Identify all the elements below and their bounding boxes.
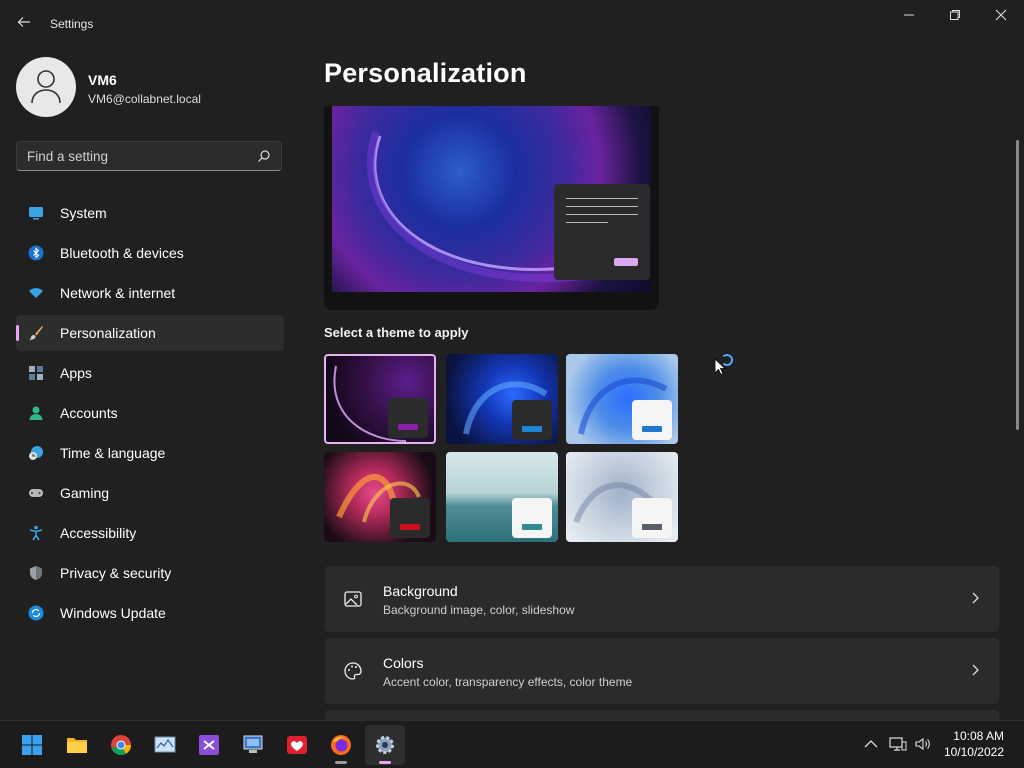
taskbar-heart-app[interactable] [277, 725, 317, 765]
monitor-graph-icon [154, 736, 176, 753]
theme-preview-wallpaper [332, 106, 651, 292]
avatar[interactable] [16, 57, 76, 117]
theme-section-label: Select a theme to apply [324, 325, 469, 340]
sidebar-item-accessibility[interactable]: Accessibility [16, 515, 284, 551]
person-icon [31, 70, 61, 104]
page-title: Personalization [324, 58, 527, 88]
clock-globe-icon [29, 446, 43, 460]
taskbar-settings[interactable] [365, 725, 405, 765]
sidebar-item-time-language[interactable]: Time & language [16, 435, 284, 471]
volume-icon[interactable] [914, 735, 932, 753]
sidebar-item-bluetooth[interactable]: Bluetooth & devices [16, 235, 284, 271]
sidebar-item-gaming[interactable]: Gaming [16, 475, 284, 511]
sidebar-item-privacy[interactable]: Privacy & security [16, 555, 284, 591]
theme-windows-dark-bloom[interactable] [324, 354, 436, 444]
sidebar-item-apps[interactable]: Apps [16, 355, 284, 391]
title-bar: Settings [0, 0, 1024, 48]
system-icon [29, 207, 43, 220]
card-title: Colors [383, 655, 424, 671]
taskbar-firefox[interactable] [321, 725, 361, 765]
clock-date[interactable]: 10/10/2022 [944, 745, 1004, 759]
theme-grid [324, 354, 680, 544]
mouse-cursor-icon [714, 358, 726, 376]
taskbar [0, 720, 1024, 768]
chevron-right-icon [972, 664, 979, 676]
minimize-icon [904, 14, 914, 16]
clock-time[interactable]: 10:08 AM [953, 729, 1004, 743]
theme-flow[interactable] [566, 452, 678, 542]
visual-studio-icon [199, 735, 219, 755]
sidebar-item-system[interactable]: System [16, 195, 284, 231]
taskbar-remote-desktop[interactable] [233, 725, 273, 765]
shield-icon [30, 566, 42, 580]
windows-start-icon [22, 735, 42, 755]
chevron-right-icon [972, 592, 979, 604]
search-placeholder: Find a setting [27, 149, 109, 164]
running-indicator [379, 761, 391, 764]
card-title: Background [383, 583, 458, 599]
heart-logo-icon [287, 736, 307, 754]
preview-window [554, 184, 650, 280]
card-subtitle: Accent color, transparency effects, colo… [383, 675, 633, 689]
apps-icon [29, 366, 43, 380]
close-icon [995, 9, 1007, 21]
theme-preview [324, 106, 659, 310]
brush-icon [29, 326, 43, 340]
background-card[interactable]: Background Background image, color, slid… [325, 566, 999, 632]
remote-desktop-icon [243, 735, 263, 753]
running-indicator [335, 761, 347, 764]
sidebar-nav: System Bluetooth & devices Network & int… [16, 195, 284, 635]
sidebar-item-network[interactable]: Network & internet [16, 275, 284, 311]
chrome-icon [111, 735, 132, 756]
settings-gear-icon [376, 736, 394, 754]
taskbar-chrome[interactable] [101, 725, 141, 765]
account-icon [29, 406, 43, 420]
sidebar-item-accounts[interactable]: Accounts [16, 395, 284, 431]
minimize-button[interactable] [886, 6, 932, 28]
taskbar-visual-studio[interactable] [189, 725, 229, 765]
sidebar-item-personalization[interactable]: Personalization [16, 315, 284, 351]
close-button[interactable] [978, 6, 1024, 28]
palette-icon [344, 662, 362, 680]
firefox-icon [331, 735, 351, 755]
restore-icon [950, 10, 960, 20]
update-icon [28, 605, 44, 621]
wifi-icon [29, 288, 43, 298]
theme-captured-motion[interactable] [446, 452, 558, 542]
card-subtitle: Background image, color, slideshow [383, 603, 575, 617]
user-name: VM6 [88, 72, 117, 88]
scrollbar[interactable] [1016, 140, 1019, 430]
preview-accent-button [614, 258, 638, 266]
taskbar-resource-monitor[interactable] [145, 725, 185, 765]
network-icon[interactable] [889, 735, 907, 753]
theme-windows-dark[interactable] [446, 354, 558, 444]
back-button[interactable] [14, 14, 34, 34]
accessibility-icon [29, 525, 43, 541]
taskbar-file-explorer[interactable] [57, 725, 97, 765]
theme-glow[interactable] [324, 452, 436, 542]
chevron-up-icon[interactable] [862, 735, 880, 753]
image-icon [344, 591, 362, 607]
back-arrow-icon [17, 17, 30, 27]
taskbar-start-button[interactable] [12, 725, 52, 765]
partial-card[interactable] [325, 710, 999, 720]
theme-windows-light[interactable] [566, 354, 678, 444]
sidebar-item-windows-update[interactable]: Windows Update [16, 595, 284, 631]
app-title: Settings [50, 17, 94, 31]
folder-icon [67, 738, 87, 753]
active-indicator [16, 325, 19, 341]
restore-button[interactable] [932, 6, 978, 28]
bluetooth-icon [28, 245, 44, 261]
search-input[interactable]: Find a setting [16, 141, 282, 171]
search-icon [258, 150, 270, 162]
user-email: VM6@collabnet.local [88, 92, 201, 106]
colors-card[interactable]: Colors Accent color, transparency effect… [325, 638, 999, 704]
gamepad-icon [29, 489, 43, 497]
